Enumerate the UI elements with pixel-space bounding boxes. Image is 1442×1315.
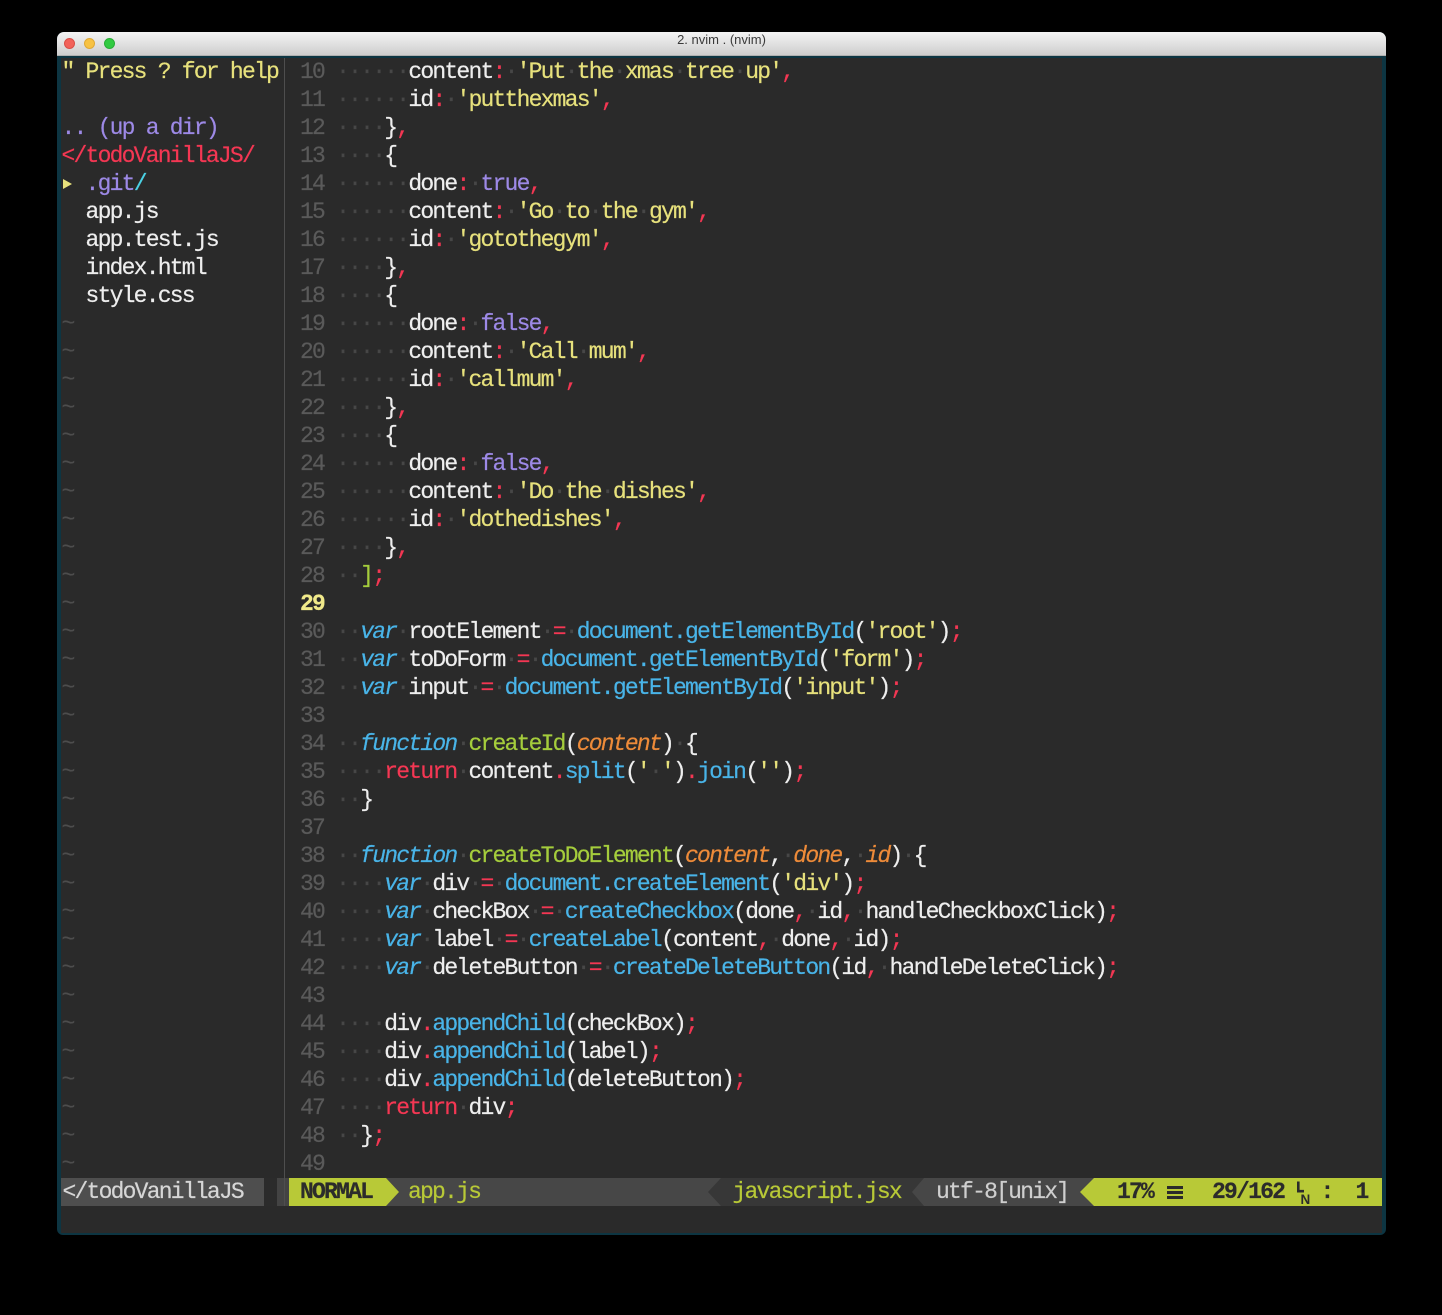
svg-text:N: N (1300, 1192, 1309, 1207)
